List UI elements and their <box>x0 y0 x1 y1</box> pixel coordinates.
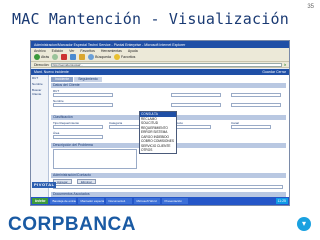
tipo-requerimiento-select[interactable] <box>53 125 103 129</box>
address-bar: Dirección http://servidorpivotal/... Ir <box>31 62 289 68</box>
form-tabs: Incidente Seguimiento <box>51 77 102 82</box>
client-field-4[interactable] <box>171 103 221 107</box>
canal-select[interactable] <box>231 125 271 129</box>
section-management: Administración/Contacto <box>51 173 286 178</box>
window-titlebar: Administracion/Marcador Especial Techni … <box>31 41 289 48</box>
back-button[interactable]: Atrás <box>34 54 49 60</box>
pivotal-logo: PIVOTAL <box>32 182 56 188</box>
window-title: Administracion/Marcador Especial Techni … <box>34 42 186 47</box>
app-header-actions[interactable]: Guardar Cerrar <box>262 70 286 74</box>
back-label: Atrás <box>41 55 50 59</box>
taskbar-item[interactable]: Bandeja de entrada <box>50 198 77 204</box>
dropdown-option[interactable]: OTROS <box>140 148 176 153</box>
forward-arrow-icon[interactable] <box>52 54 59 60</box>
menu-favoritos[interactable]: Favoritos <box>80 49 94 53</box>
taskbar-clock: 11:25 <box>275 198 288 204</box>
refresh-icon[interactable] <box>70 54 77 60</box>
stop-icon[interactable] <box>61 54 68 60</box>
next-slide-icon[interactable]: ▾ <box>297 217 311 231</box>
area-select[interactable] <box>53 135 103 139</box>
menu-edicion[interactable]: Edición <box>52 49 63 53</box>
address-label: Dirección <box>34 62 49 67</box>
app-header: Mant. Nuevo incidente Guardar Cerrar <box>31 69 289 75</box>
start-button[interactable]: Inicio <box>32 198 49 204</box>
tab-incidente[interactable]: Incidente <box>51 77 74 82</box>
client-field-5[interactable] <box>231 103 281 107</box>
corpbanca-logo: CORPBANCA <box>8 214 136 235</box>
browser-window: Administracion/Marcador Especial Techni … <box>30 40 290 206</box>
favorites-label: Favoritos <box>120 55 136 59</box>
rut-field[interactable] <box>53 93 113 97</box>
go-button[interactable]: Ir <box>284 63 286 67</box>
management-list <box>53 185 283 189</box>
address-input[interactable]: http://servidorpivotal/... <box>50 62 282 67</box>
windows-taskbar: Inicio Bandeja de entrada Marcador espec… <box>31 197 289 205</box>
producto-select[interactable] <box>171 125 211 129</box>
tab-seguimiento[interactable]: Seguimiento <box>74 77 102 82</box>
category-dropdown-list[interactable]: CONSULTA RECLAMO SOLICITUD REQUERIMIENTO… <box>139 111 177 154</box>
dropdown-option[interactable]: COBRO COMISIONES <box>140 139 176 144</box>
client-field-2[interactable] <box>171 93 221 97</box>
page-number: 35 <box>307 4 314 10</box>
star-icon <box>113 54 120 60</box>
name-field[interactable] <box>53 103 113 107</box>
client-field-3[interactable] <box>231 93 281 97</box>
problem-textarea[interactable] <box>53 149 137 169</box>
search-icon <box>88 54 95 60</box>
search-client-link[interactable]: Buscar Cliente <box>31 87 48 97</box>
home-icon[interactable] <box>79 54 86 60</box>
browser-toolbar: Atrás Búsqueda Favoritos <box>31 53 289 62</box>
menu-ayuda[interactable]: Ayuda <box>128 49 138 53</box>
back-arrow-icon <box>34 54 40 60</box>
taskbar-item[interactable]: Marcador especial <box>78 198 105 204</box>
favorites-button[interactable]: Favoritos <box>113 54 136 60</box>
app-header-title: Mant. Nuevo incidente <box>34 70 69 74</box>
menu-herramientas[interactable]: Herramientas <box>101 49 122 53</box>
menu-archivo[interactable]: Archivo <box>34 49 46 53</box>
taskbar-item[interactable]: Documento1 <box>106 198 133 204</box>
search-label: Búsqueda <box>95 55 111 59</box>
section-client: Datos del Cliente <box>51 83 286 88</box>
search-panel: RUT Nombre Buscar Cliente <box>31 75 49 197</box>
remove-button[interactable]: Eliminar <box>77 179 96 184</box>
taskbar-item[interactable]: Presentación <box>162 198 189 204</box>
menu-ver[interactable]: Ver <box>69 49 74 53</box>
slide-title: MAC Mantención - Visualización <box>12 10 289 28</box>
search-button[interactable]: Búsqueda <box>88 54 111 60</box>
taskbar-item[interactable]: Microsoft Word <box>134 198 161 204</box>
